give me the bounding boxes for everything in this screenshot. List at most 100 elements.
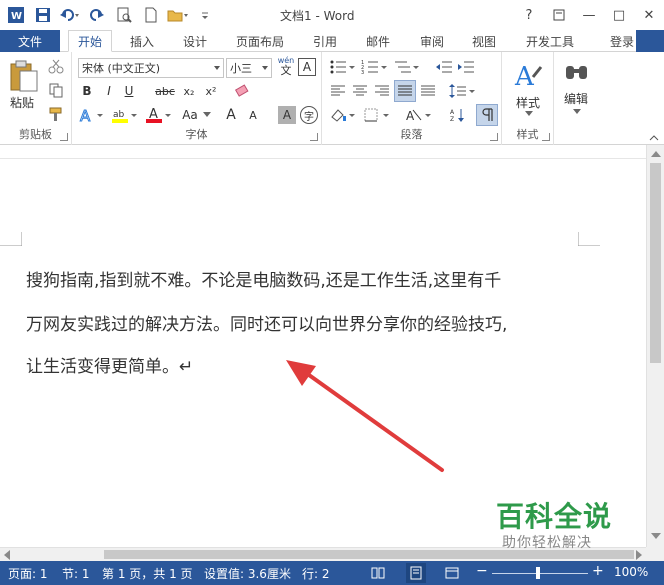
tab-references[interactable]: 引用 [313, 30, 337, 52]
scroll-left-icon[interactable] [4, 550, 10, 560]
word-app-icon[interactable]: W [4, 3, 28, 27]
tab-design[interactable]: 设计 [183, 30, 207, 52]
tab-mailings[interactable]: 邮件 [366, 30, 390, 52]
status-position[interactable]: 设置值: 3.6厘米 [204, 565, 291, 582]
align-right-icon[interactable] [372, 82, 392, 100]
bold-button[interactable]: B [78, 82, 96, 100]
save-icon[interactable] [31, 3, 55, 27]
paragraph-launcher-icon[interactable] [490, 133, 498, 141]
customize-qat-icon[interactable] [193, 3, 217, 27]
vertical-scrollbar[interactable] [646, 145, 664, 547]
zoom-slider-thumb[interactable] [536, 567, 540, 579]
character-border-icon[interactable]: A [298, 58, 316, 76]
scroll-down-icon[interactable] [651, 533, 661, 539]
grow-font-button[interactable]: A [222, 106, 240, 124]
clear-formatting-icon[interactable] [232, 82, 252, 100]
read-mode-icon[interactable] [370, 565, 386, 581]
zoom-in-icon[interactable]: + [592, 563, 604, 579]
shading-icon[interactable] [328, 106, 358, 124]
editing-label[interactable]: 编辑 [564, 90, 588, 107]
highlight-color-icon[interactable]: ab [110, 106, 140, 124]
chevron-down-icon[interactable] [524, 110, 534, 118]
zoom-out-icon[interactable]: − [476, 563, 488, 579]
chevron-down-icon[interactable] [202, 110, 212, 120]
borders-icon[interactable] [362, 106, 392, 124]
tab-view[interactable]: 视图 [472, 30, 496, 52]
tab-page-layout[interactable]: 页面布局 [236, 30, 284, 52]
align-center-icon[interactable] [350, 82, 370, 100]
login-link[interactable]: 登录 [610, 30, 634, 52]
cut-icon[interactable] [46, 56, 66, 76]
change-case-button[interactable]: Aa [178, 106, 202, 124]
help-button[interactable]: ? [514, 0, 544, 30]
status-page-count[interactable]: 第 1 页，共 1 页 [102, 565, 193, 582]
paste-label[interactable]: 粘贴 [10, 94, 34, 111]
clipboard-launcher-icon[interactable] [60, 133, 68, 141]
phonetic-guide-icon[interactable]: wén 文 [276, 56, 296, 78]
open-folder-icon[interactable] [166, 3, 190, 27]
italic-button[interactable]: I [100, 82, 118, 100]
maximize-button[interactable]: □ [604, 0, 634, 30]
styles-gallery-icon[interactable]: A [512, 58, 544, 92]
font-name-combo[interactable]: 宋体 (中文正文) [78, 58, 224, 78]
tab-insert[interactable]: 插入 [130, 30, 154, 52]
document-line-3[interactable]: 让生活变得更简单。↵ [26, 352, 193, 377]
styles-launcher-icon[interactable] [542, 133, 550, 141]
scroll-up-icon[interactable] [651, 151, 661, 157]
document-line-1[interactable]: 搜狗指南,指到就不难。不论是电脑数码,还是工作生活,这里有千 [26, 266, 501, 291]
font-launcher-icon[interactable] [310, 133, 318, 141]
zoom-level[interactable]: 100% [614, 565, 648, 579]
character-shading-button[interactable]: A [278, 106, 296, 124]
copy-icon[interactable] [46, 80, 66, 100]
enclose-characters-button[interactable]: 字 [300, 106, 318, 124]
justify-icon[interactable] [394, 80, 416, 102]
scroll-right-icon[interactable] [636, 550, 642, 560]
increase-indent-icon[interactable] [456, 58, 476, 76]
status-line[interactable]: 行: 2 [302, 565, 330, 582]
font-size-combo[interactable]: 小三 [226, 58, 272, 78]
print-preview-icon[interactable] [112, 3, 136, 27]
find-binoculars-icon[interactable] [562, 56, 592, 86]
underline-button[interactable]: U [120, 82, 138, 100]
redo-icon[interactable] [85, 3, 109, 27]
print-layout-icon[interactable] [406, 563, 426, 583]
tab-home[interactable]: 开始 [68, 30, 113, 52]
multilevel-list-icon[interactable] [392, 58, 422, 76]
collapse-ribbon-icon[interactable] [648, 134, 660, 142]
web-layout-icon[interactable] [444, 565, 460, 581]
text-effects-icon[interactable]: A [78, 106, 106, 124]
paste-icon[interactable] [6, 58, 42, 94]
tab-developer[interactable]: 开发工具 [526, 30, 574, 52]
distributed-icon[interactable] [418, 82, 438, 100]
document-canvas[interactable]: 搜狗指南,指到就不难。不论是电脑数码,还是工作生活,这里有千 万网友实践过的解决… [0, 160, 646, 547]
minimize-button[interactable]: — [574, 0, 604, 30]
undo-icon[interactable] [58, 3, 82, 27]
chevron-down-icon[interactable] [572, 108, 582, 116]
subscript-button[interactable]: x₂ [180, 82, 198, 100]
close-button[interactable]: ✕ [634, 0, 664, 30]
shrink-font-button[interactable]: A [244, 106, 262, 124]
ribbon-collapse-button[interactable] [636, 30, 664, 52]
zoom-slider[interactable] [492, 573, 588, 574]
align-left-icon[interactable] [328, 82, 348, 100]
document-line-2[interactable]: 万网友实践过的解决方法。同时还可以向世界分享你的经验技巧, [26, 310, 507, 335]
tab-review[interactable]: 审阅 [420, 30, 444, 52]
bullets-icon[interactable] [328, 58, 358, 76]
status-section[interactable]: 节: 1 [62, 565, 90, 582]
new-document-icon[interactable] [139, 3, 163, 27]
font-color-icon[interactable]: A [144, 106, 174, 124]
format-painter-icon[interactable] [46, 104, 66, 124]
show-hide-marks-icon[interactable] [476, 104, 498, 126]
tab-file[interactable]: 文件 [0, 30, 60, 52]
vertical-scroll-thumb[interactable] [650, 163, 661, 363]
strikethrough-button[interactable]: abc [152, 82, 178, 100]
status-page[interactable]: 页面: 1 [8, 565, 48, 582]
ribbon-display-options-icon[interactable] [544, 0, 574, 30]
styles-label[interactable]: 样式 [516, 94, 540, 111]
decrease-indent-icon[interactable] [434, 58, 454, 76]
line-spacing-icon[interactable] [448, 82, 478, 100]
chinese-layout-icon[interactable]: A [404, 106, 434, 124]
numbering-icon[interactable]: 123 [360, 58, 390, 76]
superscript-button[interactable]: x² [202, 82, 220, 100]
sort-icon[interactable]: AZ [448, 106, 468, 124]
